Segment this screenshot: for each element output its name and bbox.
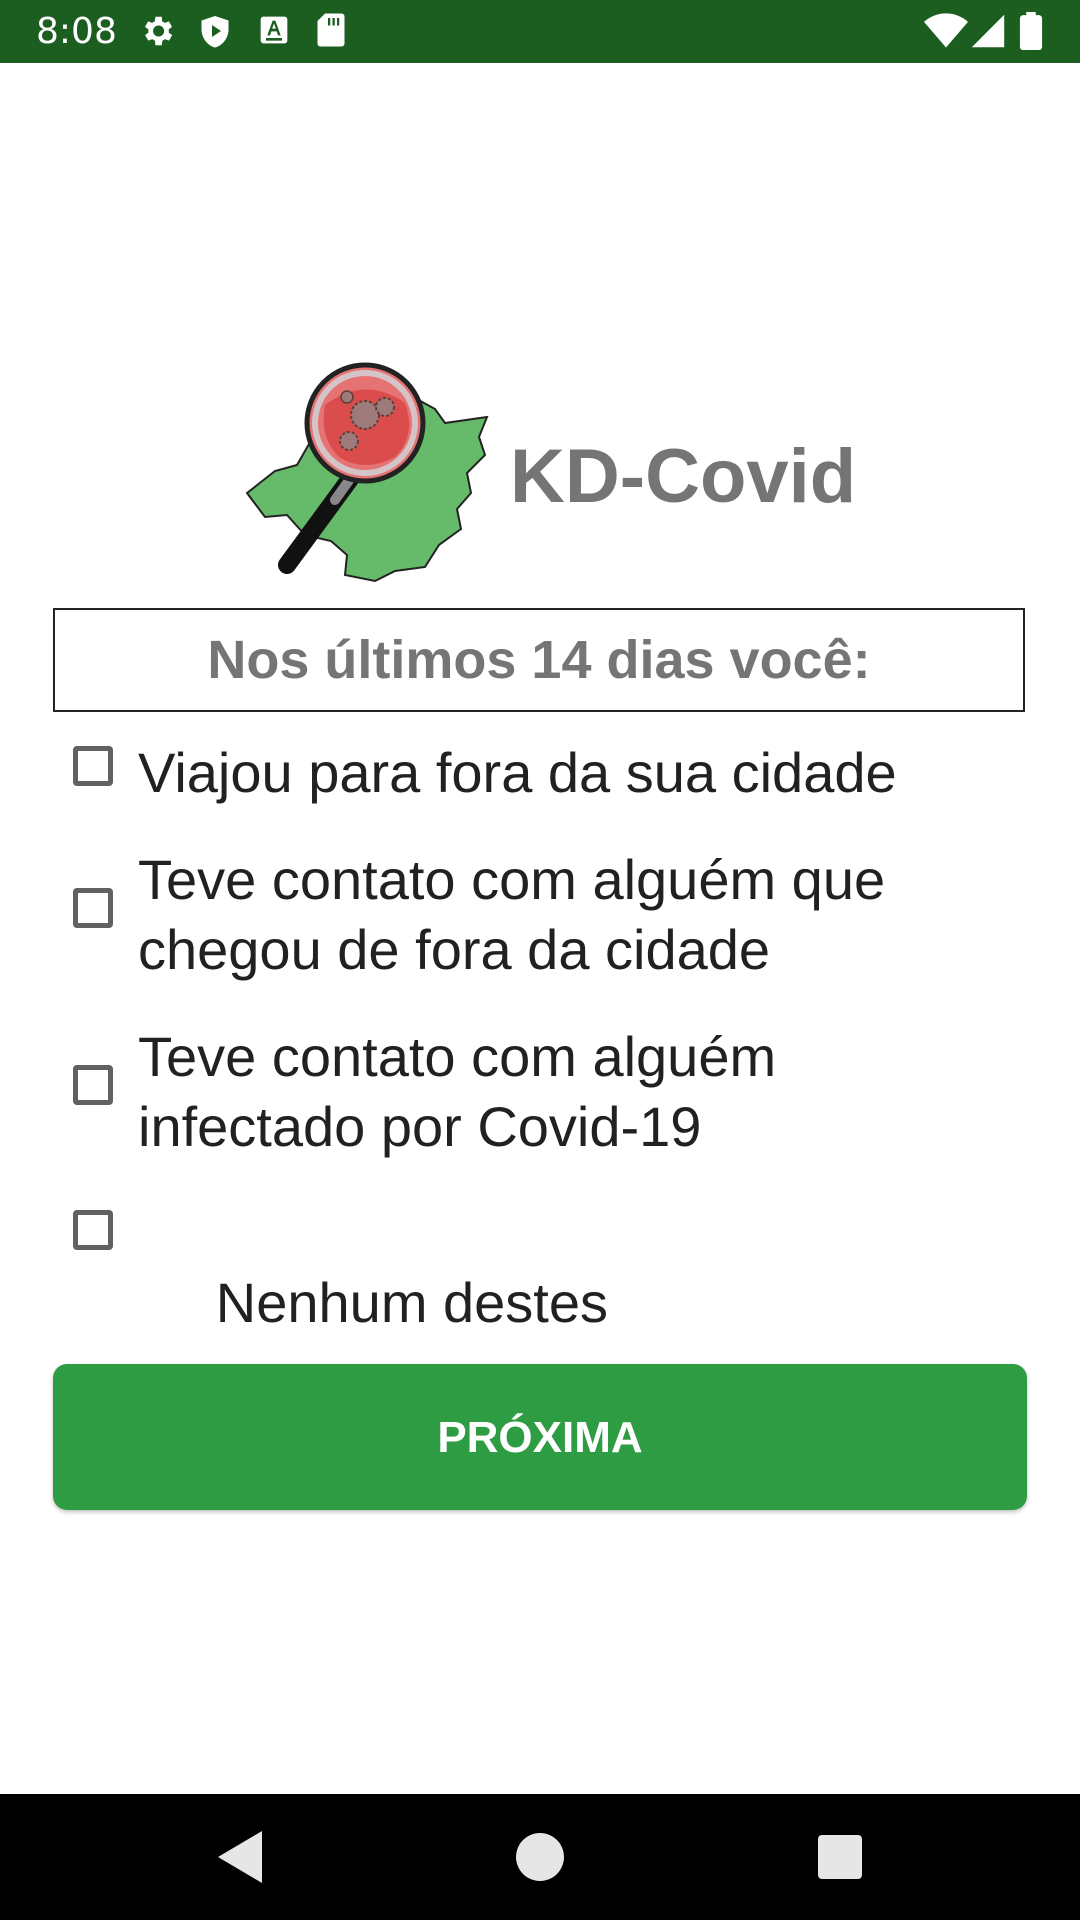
battery-icon (1019, 12, 1043, 50)
question-text: Nos últimos 14 dias você: (207, 630, 871, 690)
font-a-icon (260, 16, 288, 44)
wifi-icon (924, 13, 968, 48)
checkbox-contact-traveler[interactable] (73, 888, 113, 928)
option-label: Teve contato com alguém infectado por Co… (138, 1025, 777, 1158)
status-time: 8:08 (36, 11, 117, 52)
sd-card-icon (317, 13, 345, 47)
option-label: Teve contato com alguém que chegou de fo… (138, 848, 886, 981)
app-title: KD-Covid (510, 434, 857, 519)
back-icon[interactable] (214, 1827, 266, 1887)
checkbox-contact-infected[interactable] (73, 1065, 113, 1105)
option-contact-infected[interactable]: Teve contato com alguém infectado por Co… (70, 1022, 1060, 1162)
recents-icon[interactable] (814, 1827, 866, 1887)
option-label: Viajou para fora da sua cidade (138, 741, 897, 804)
option-traveled[interactable]: Viajou para fora da sua cidade (70, 738, 1060, 808)
gear-icon (144, 16, 173, 46)
signal-icon (971, 14, 1005, 48)
navigation-bar (0, 1794, 1080, 1920)
checkbox-traveled[interactable] (73, 746, 113, 786)
home-icon[interactable] (514, 1827, 566, 1887)
option-none[interactable]: Nenhum destes (70, 1198, 1060, 1334)
option-contact-traveler[interactable]: Teve contato com alguém que chegou de fo… (70, 845, 1060, 985)
status-bar: 8:08 (0, 0, 1080, 63)
next-button[interactable]: PRÓXIMA (53, 1364, 1027, 1510)
shield-icon (201, 16, 229, 48)
question-box: Nos últimos 14 dias você: (53, 608, 1025, 712)
checkbox-none[interactable] (73, 1210, 113, 1250)
app-logo (235, 345, 497, 607)
